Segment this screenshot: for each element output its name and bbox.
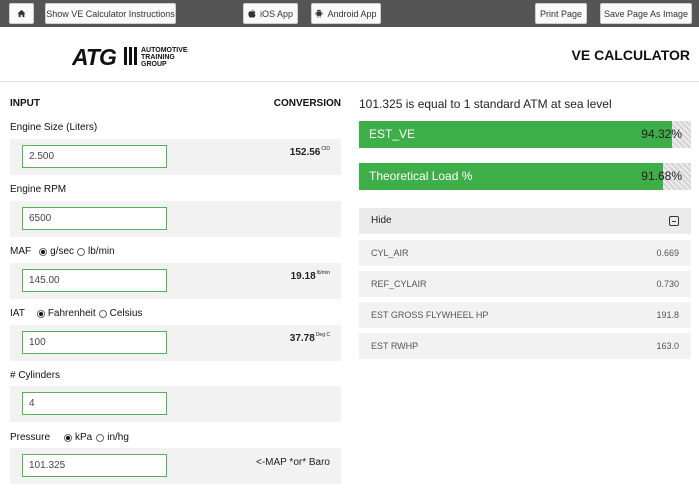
home-button[interactable] [9,3,34,24]
theoretical-load-label: Theoretical Load % [369,169,473,183]
ios-app-label: iOS App [259,8,294,19]
show-instructions-button[interactable]: Show VE Calculator Instructions [45,3,176,24]
maf-option-gsec: g/sec [50,246,75,257]
engine-size-conversion-unit: CID [321,146,330,152]
header-divider [0,81,699,82]
iat-option-fahrenheit: Fahrenheit [47,308,96,319]
iat-input[interactable]: 100 [22,331,167,354]
pressure-note: <-MAP *or* Baro [255,457,330,468]
svg-text:TRAINING: TRAINING [141,54,175,61]
engine-size-conversion: 152.56CID [290,146,330,158]
stat-value: 0.730 [656,279,679,289]
stat-row-ref-cylair: REF_CYLAIR 0.730 [359,271,691,297]
maf-label-row: MAF g/sec lb/min [10,246,115,257]
iat-conversion-value: 37.78 [289,333,315,344]
collapse-icon[interactable] [669,216,679,226]
stat-row-cyl-air: CYL_AIR 0.669 [359,240,691,266]
theoretical-load-value: 91.68% [641,169,682,183]
hide-toggle[interactable]: Hide [359,208,691,234]
stat-value: 191.8 [656,310,679,320]
iat-label: IAT [10,308,25,319]
est-ve-label: EST_VE [369,127,416,141]
cylinders-label: # Cylinders [10,370,61,381]
radio-selected-icon [36,309,45,318]
maf-conversion: 19.18lb/min [291,270,330,282]
hide-toggle-label: Hide [371,215,392,226]
iat-label-row: IAT Fahrenheit Celsius [10,308,142,319]
iat-conversion-unit: Deg C [315,332,330,338]
radio-unselected-icon [96,433,105,442]
page-title: VE CALCULATOR [571,47,690,63]
engine-size-input[interactable]: 2.500 [22,145,167,168]
top-toolbar: Show VE Calculator Instructions iOS App … [0,0,699,27]
pressure-option-inhg: in/hg [107,432,129,443]
est-ve-bar: EST_VE 94.32% [359,121,691,148]
atm-note: 101.325 is equal to 1 standard ATM at se… [359,97,612,111]
iat-radio-celsius[interactable]: Celsius [98,308,143,319]
stat-value: 163.0 [656,341,679,351]
stat-value: 0.669 [656,248,679,258]
stat-label: REF_CYLAIR [371,279,427,289]
maf-conversion-value: 19.18 [290,271,316,282]
maf-conversion-unit: lb/min [316,270,330,276]
iat-option-celsius: Celsius [109,308,143,319]
input-heading: INPUT [10,98,40,109]
stat-label: CYL_AIR [371,248,409,258]
svg-text:ATG: ATG [72,44,117,68]
pressure-option-kpa: kPa [75,432,93,443]
pressure-radio-inhg[interactable]: in/hg [96,432,129,443]
apple-icon [248,9,256,18]
print-page-label: Print Page [539,8,583,19]
android-icon [316,9,323,18]
radio-selected-icon [39,247,48,256]
show-instructions-label: Show VE Calculator Instructions [46,8,175,19]
maf-input[interactable]: 145.00 [22,269,167,292]
svg-text:GROUP: GROUP [141,61,167,68]
pressure-radio-kpa[interactable]: kPa [64,432,92,443]
stat-label: EST RWHP [371,341,419,351]
ios-app-button[interactable]: iOS App [243,3,298,24]
est-ve-value: 94.32% [641,127,682,141]
iat-radio-fahrenheit[interactable]: Fahrenheit [36,308,96,319]
conversion-heading: CONVERSION [273,98,341,109]
stat-row-est-rwhp: EST RWHP 163.0 [359,333,691,359]
theoretical-load-bar: Theoretical Load % 91.68% [359,163,691,190]
engine-rpm-input[interactable]: 6500 [22,207,167,230]
print-page-button[interactable]: Print Page [535,3,587,24]
home-icon [17,9,26,18]
cylinders-input[interactable]: 4 [22,392,167,415]
pressure-label: Pressure [10,432,51,443]
pressure-input[interactable]: 101.325 [22,454,167,477]
radio-unselected-icon [77,247,86,256]
engine-size-label: Engine Size (Liters) [10,122,98,133]
maf-label: MAF [10,246,32,257]
radio-unselected-icon [98,309,107,318]
engine-rpm-label: Engine RPM [10,184,67,195]
android-app-label: Android App [327,8,377,19]
save-page-label: Save Page As Image [603,8,689,19]
atg-logo: ATG AUTOMOTIVE TRAINING GROUP [72,44,188,68]
maf-option-lbmin: lb/min [88,246,115,257]
engine-size-conversion-value: 152.56 [289,147,321,158]
iat-conversion: 37.78Deg C [290,332,330,344]
radio-selected-icon [64,433,73,442]
svg-text:AUTOMOTIVE: AUTOMOTIVE [141,47,188,54]
maf-radio-gsec[interactable]: g/sec [39,246,74,257]
maf-radio-lbmin[interactable]: lb/min [77,246,115,257]
stat-label: EST GROSS FLYWHEEL HP [371,310,489,320]
pressure-label-row: Pressure kPa in/hg [10,432,129,443]
android-app-button[interactable]: Android App [311,3,381,24]
save-page-as-image-button[interactable]: Save Page As Image [600,3,692,24]
stat-row-est-gross-flywheel-hp: EST GROSS FLYWHEEL HP 191.8 [359,302,691,328]
